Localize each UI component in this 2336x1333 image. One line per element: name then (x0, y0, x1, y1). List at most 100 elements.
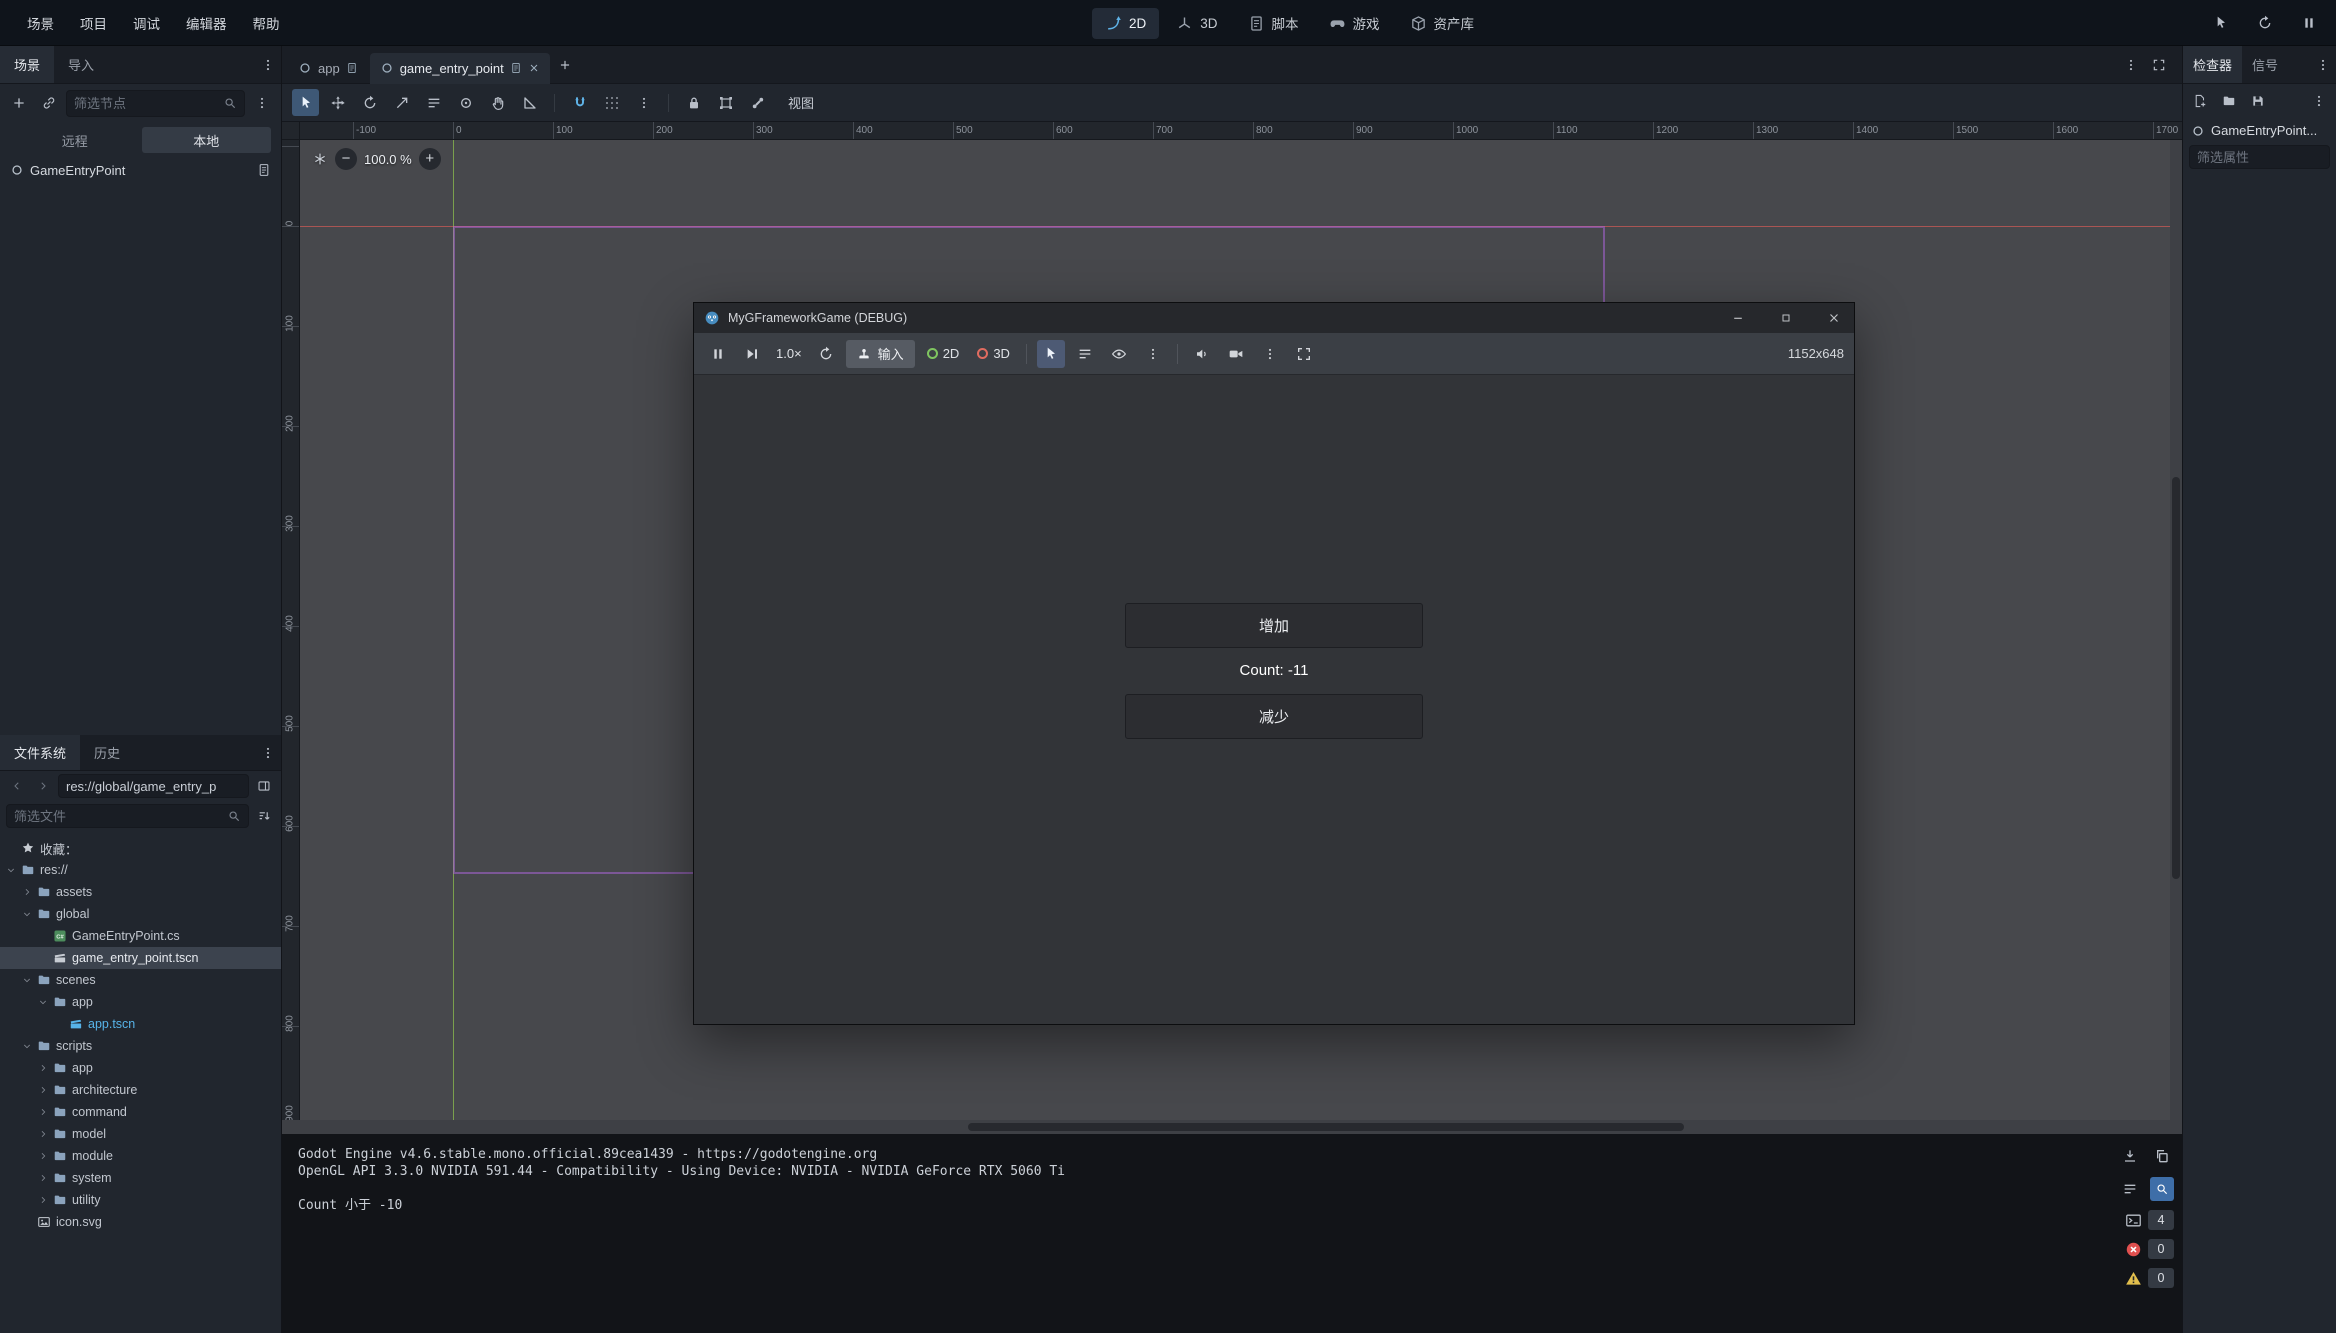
current-path-input[interactable] (66, 779, 241, 794)
message-count-badge[interactable]: 4 (2125, 1210, 2174, 1230)
file-tree-item-module[interactable]: module (0, 1145, 281, 1167)
view-menu[interactable]: 视图 (780, 93, 822, 112)
scene-tab-game-entry-point[interactable]: game_entry_point (370, 53, 550, 84)
zoom-level[interactable]: 100.0 % (364, 152, 412, 167)
filter-properties-field[interactable] (2189, 145, 2330, 169)
select-node-button[interactable] (1037, 340, 1065, 368)
scene-tabs-menu-button[interactable] (2118, 52, 2144, 78)
load-resource-button[interactable] (2217, 89, 2241, 113)
chevron-right-icon[interactable] (38, 1129, 48, 1139)
zoom-in-button[interactable]: + (419, 148, 441, 170)
new-resource-button[interactable] (2188, 89, 2212, 113)
ruler-tool-button[interactable] (516, 89, 543, 116)
visibility-button[interactable] (1105, 340, 1133, 368)
tab-filesystem[interactable]: 文件系统 (0, 735, 80, 770)
workspace-game-button[interactable]: 游戏 (1316, 6, 1393, 40)
pause-button[interactable] (2296, 10, 2322, 36)
camera-options-button[interactable] (1256, 340, 1284, 368)
next-frame-button[interactable] (738, 340, 766, 368)
warning-count-badge[interactable]: 0 (2125, 1268, 2174, 1288)
inspector-extra-menu-button[interactable] (2307, 89, 2331, 113)
filter-properties-input[interactable] (2197, 150, 2322, 165)
error-count-badge[interactable]: 0 (2125, 1239, 2174, 1259)
pick-2d-button[interactable]: 2D (921, 340, 966, 368)
tab-signals[interactable]: 信号 (2242, 46, 2288, 83)
remote-button[interactable]: 远程 (10, 127, 140, 153)
collapse-output-button[interactable] (2118, 1177, 2142, 1201)
file-tree-item-global[interactable]: global (0, 903, 281, 925)
group-selected-button[interactable] (712, 89, 739, 116)
snap-options-button[interactable] (630, 89, 657, 116)
file-tree-item-gameentrypoint-cs[interactable]: GameEntryPoint.cs (0, 925, 281, 947)
search-output-button[interactable] (2150, 1177, 2174, 1201)
close-icon[interactable] (528, 62, 540, 74)
file-tree-item-app-tscn[interactable]: app.tscn (0, 1013, 281, 1035)
scene-tree-root-node[interactable]: GameEntryPoint (0, 157, 281, 183)
split-mode-button[interactable] (253, 775, 275, 797)
inspector-dock-menu-button[interactable] (2310, 52, 2336, 78)
menu-help[interactable]: 帮助 (240, 13, 293, 33)
game-window-titlebar[interactable]: MyGFrameworkGame (DEBUG) (694, 303, 1854, 333)
file-tree-item-scenes-app[interactable]: app (0, 991, 281, 1013)
menu-debug[interactable]: 调试 (120, 13, 173, 33)
canvas-viewport[interactable]: − 100.0 % + MyGFrameworkGame (DEBUG) 1.0… (300, 140, 2182, 1120)
move-tool-button[interactable] (324, 89, 351, 116)
pause-game-button[interactable] (704, 340, 732, 368)
workspace-assetlib-button[interactable]: 资产库 (1397, 6, 1488, 40)
input-toggle-button[interactable]: 输入 (846, 340, 915, 368)
file-tree-item-utility[interactable]: utility (0, 1189, 281, 1211)
embed-fullscreen-button[interactable] (1290, 340, 1318, 368)
horizontal-scrollbar-thumb[interactable] (968, 1123, 1684, 1131)
vertical-scrollbar-thumb[interactable] (2172, 477, 2180, 879)
filter-nodes-input[interactable] (74, 96, 217, 111)
file-tree-item-system[interactable]: system (0, 1167, 281, 1189)
scale-tool-button[interactable] (388, 89, 415, 116)
file-tree-item-res[interactable]: res:// (0, 859, 281, 881)
file-tree-item-assets[interactable]: assets (0, 881, 281, 903)
chevron-right-icon[interactable] (38, 1107, 48, 1117)
inspected-node-row[interactable]: GameEntryPoint... (2183, 118, 2336, 141)
chevron-down-icon[interactable] (22, 975, 32, 985)
maximize-button[interactable] (1766, 303, 1806, 333)
tab-history[interactable]: 历史 (80, 735, 134, 770)
list-select-tool-button[interactable] (420, 89, 447, 116)
add-node-button[interactable] (6, 90, 32, 116)
file-tree-item-model[interactable]: model (0, 1123, 281, 1145)
asterisk-icon[interactable] (312, 151, 328, 167)
save-output-button[interactable] (2118, 1144, 2142, 1168)
sort-files-button[interactable] (253, 805, 275, 827)
menu-editor[interactable]: 编辑器 (173, 13, 240, 33)
chevron-right-icon[interactable] (38, 1085, 48, 1095)
file-tree-item-favorites[interactable]: 收藏： (0, 837, 281, 859)
file-tree-item-scripts[interactable]: scripts (0, 1035, 281, 1057)
file-tree-item-icon-svg[interactable]: icon.svg (0, 1211, 281, 1233)
chevron-down-icon[interactable] (6, 865, 16, 875)
history-forward-button[interactable] (32, 775, 54, 797)
mute-audio-button[interactable] (1188, 340, 1216, 368)
smart-snap-toggle[interactable] (566, 89, 593, 116)
minimize-button[interactable] (1718, 303, 1758, 333)
select-list-button[interactable] (1071, 340, 1099, 368)
new-scene-tab-button[interactable] (552, 52, 578, 78)
filter-files-field[interactable] (6, 804, 249, 828)
selection-options-button[interactable] (1139, 340, 1167, 368)
menu-scene[interactable]: 场景 (14, 13, 67, 33)
zoom-out-button[interactable]: − (335, 148, 357, 170)
file-tree-item-architecture[interactable]: architecture (0, 1079, 281, 1101)
decrease-button[interactable]: 减少 (1125, 694, 1423, 739)
grid-snap-toggle[interactable] (598, 89, 625, 116)
increase-button[interactable]: 增加 (1125, 603, 1423, 648)
filter-files-input[interactable] (14, 809, 221, 824)
open-script-button[interactable] (253, 159, 275, 181)
chevron-right-icon[interactable] (38, 1063, 48, 1073)
pan-tool-button[interactable] (484, 89, 511, 116)
horizontal-scrollbar[interactable] (282, 1120, 2182, 1134)
tab-scene[interactable]: 场景 (0, 46, 54, 83)
reset-speed-button[interactable] (812, 340, 840, 368)
scene-tree-menu-button[interactable] (249, 90, 275, 116)
file-tree-item-scenes[interactable]: scenes (0, 969, 281, 991)
filesystem-dock-menu-button[interactable] (255, 740, 281, 766)
close-window-button[interactable] (1814, 303, 1854, 333)
file-tree-item-command[interactable]: command (0, 1101, 281, 1123)
restart-button[interactable] (2252, 10, 2278, 36)
